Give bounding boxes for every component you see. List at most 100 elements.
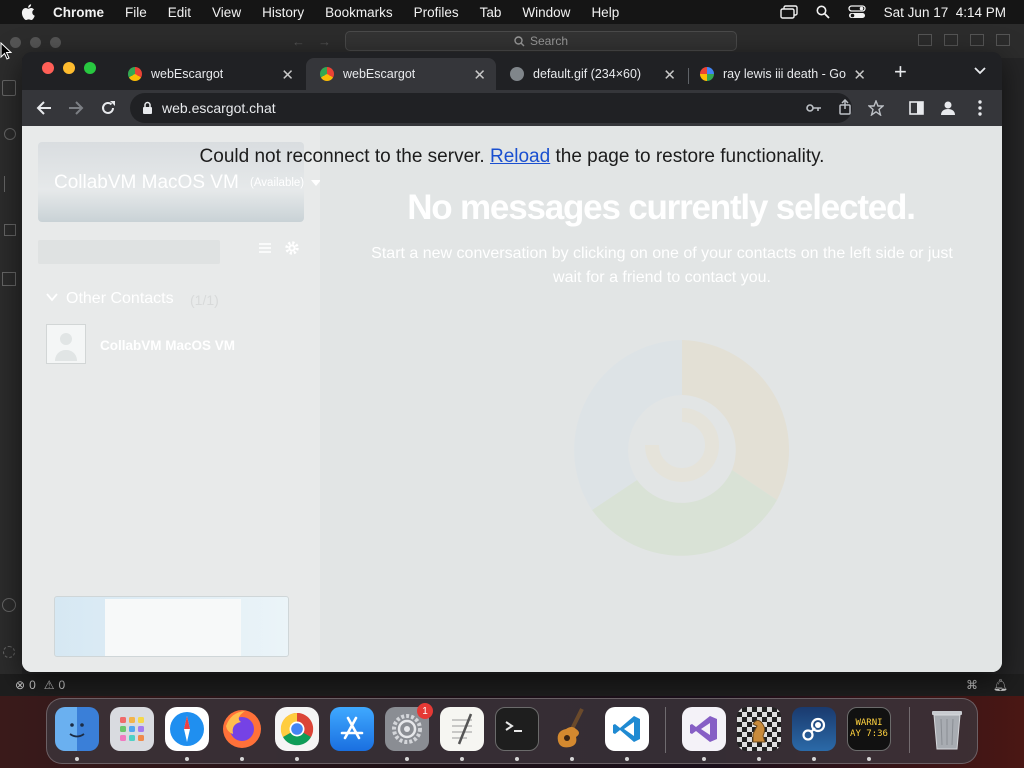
firefox-icon[interactable] [220, 707, 264, 751]
source-control-icon[interactable] [4, 176, 16, 192]
tab-close-icon[interactable]: ✕ [663, 66, 676, 84]
tab-close-icon[interactable]: ✕ [281, 66, 294, 84]
chrome-icon[interactable] [275, 707, 319, 751]
running-indicator [75, 757, 79, 761]
tab-close-icon[interactable]: ✕ [853, 66, 866, 84]
escargot-favicon-icon [320, 67, 334, 81]
textedit-icon[interactable] [440, 707, 484, 751]
sort-list-icon[interactable] [258, 242, 272, 254]
layout-custom-icon[interactable] [996, 34, 1010, 46]
tab-webescargot-2[interactable]: webEscargot ✕ [306, 58, 496, 90]
spotlight-search-icon[interactable] [816, 5, 830, 19]
password-key-icon[interactable] [806, 102, 822, 114]
app-store-icon[interactable] [330, 707, 374, 751]
share-icon[interactable] [838, 99, 852, 115]
menu-window[interactable]: Window [522, 5, 570, 20]
profile-display-name[interactable]: CollabVM MacOS VM [54, 172, 239, 194]
trash-icon[interactable] [925, 707, 969, 751]
error-count: 0 [29, 678, 36, 692]
menu-help[interactable]: Help [591, 5, 619, 20]
tab-webescargot-1[interactable]: webEscargot ✕ [114, 58, 304, 90]
bg-back-arrow-icon[interactable]: ← [292, 34, 305, 49]
dock-divider [665, 707, 666, 753]
tab-search-chevron-icon[interactable] [974, 67, 986, 75]
terminal-icon[interactable] [495, 707, 539, 751]
screen-mirroring-icon[interactable] [779, 5, 798, 19]
tab-title: webEscargot [343, 67, 416, 81]
menu-file[interactable]: File [125, 5, 147, 20]
contact-name[interactable]: CollabVM MacOS VM [100, 338, 235, 353]
new-tab-button[interactable]: + [894, 61, 907, 83]
manage-gear-icon[interactable] [3, 646, 15, 658]
vscode-icon[interactable] [605, 707, 649, 751]
menubar-clock[interactable]: Sat Jun 17 4:14 PM [884, 5, 1006, 20]
control-center-icon[interactable] [848, 5, 866, 19]
chrome-menu-icon[interactable] [970, 98, 990, 118]
contact-group-count: (1/1) [190, 292, 219, 308]
search-activity-icon[interactable] [4, 128, 16, 140]
macos-menubar: Chrome File Edit View History Bookmarks … [0, 0, 1024, 24]
window-close-button[interactable] [42, 62, 54, 74]
menu-bookmarks[interactable]: Bookmarks [325, 5, 393, 20]
warning-icon[interactable]: ⚠ [44, 678, 55, 692]
contact-avatar[interactable] [46, 324, 86, 364]
menu-view[interactable]: View [212, 5, 241, 20]
layout-panel-icon[interactable] [944, 34, 958, 46]
steam-icon[interactable] [792, 707, 836, 751]
menu-profiles[interactable]: Profiles [414, 5, 459, 20]
tab-ray-lewis-search[interactable]: ray lewis iii death - Go ✕ [686, 58, 876, 90]
bookmark-star-icon[interactable] [868, 100, 884, 116]
menu-edit[interactable]: Edit [168, 5, 191, 20]
error-icon[interactable]: ⊗ [15, 678, 25, 692]
feedback-icon[interactable]: ⌘ [966, 678, 978, 692]
bg-search-box[interactable]: Search [345, 31, 737, 51]
forward-arrow-icon[interactable] [66, 98, 86, 118]
notifications-bell-icon[interactable]: 🔔︎ [993, 678, 1008, 692]
explorer-icon[interactable] [2, 80, 16, 96]
reload-icon[interactable] [98, 98, 118, 118]
profile-status-text[interactable]: (Available) [250, 177, 304, 189]
settings-gear-icon[interactable] [284, 240, 300, 256]
layout-sidebar-icon[interactable] [918, 34, 932, 46]
bg-search-label: Search [529, 34, 569, 48]
url-text[interactable]: web.escargot.chat [162, 100, 276, 116]
garageband-icon[interactable] [550, 707, 594, 751]
tab-default-gif[interactable]: default.gif (234×60) ✕ [496, 58, 686, 90]
visual-studio-icon[interactable] [682, 707, 726, 751]
account-icon[interactable] [2, 598, 16, 612]
window-minimize-button[interactable] [63, 62, 75, 74]
group-collapse-chevron-icon[interactable] [46, 292, 58, 302]
reload-link[interactable]: Reload [490, 146, 550, 167]
ad-banner-thumbnail[interactable] [54, 596, 289, 657]
extensions-icon[interactable] [2, 272, 16, 286]
contact-search-input[interactable] [38, 240, 220, 264]
window-zoom-button[interactable] [84, 62, 96, 74]
lock-icon[interactable] [142, 101, 153, 115]
search-icon [514, 35, 525, 46]
google-favicon-icon [700, 67, 714, 81]
debug-icon[interactable] [4, 224, 16, 236]
launchpad-icon[interactable] [110, 707, 154, 751]
apple-logo-icon[interactable] [17, 4, 39, 20]
chrome-toolbar: web.escargot.chat [22, 90, 1002, 126]
finder-icon[interactable] [55, 707, 99, 751]
system-settings-icon[interactable]: 1 [385, 703, 433, 751]
tab-close-icon[interactable]: ✕ [473, 66, 486, 84]
running-indicator [185, 757, 189, 761]
side-panel-icon[interactable] [906, 98, 926, 118]
menu-tab[interactable]: Tab [480, 5, 502, 20]
contact-group-label[interactable]: Other Contacts [66, 290, 174, 308]
chess-icon[interactable] [737, 707, 781, 751]
safari-icon[interactable] [165, 707, 209, 751]
menu-app-name[interactable]: Chrome [53, 5, 104, 20]
profile-avatar-icon[interactable] [938, 98, 958, 118]
running-indicator [625, 757, 629, 761]
layout-split-icon[interactable] [970, 34, 984, 46]
bg-forward-arrow-icon[interactable]: → [318, 34, 331, 49]
console-icon[interactable]: WARNI AY 7:36 [847, 707, 891, 751]
escargot-watermark-icon [574, 340, 790, 556]
menu-history[interactable]: History [262, 5, 304, 20]
back-arrow-icon[interactable] [34, 98, 54, 118]
running-indicator [570, 757, 574, 761]
address-bar[interactable]: web.escargot.chat [130, 93, 884, 123]
